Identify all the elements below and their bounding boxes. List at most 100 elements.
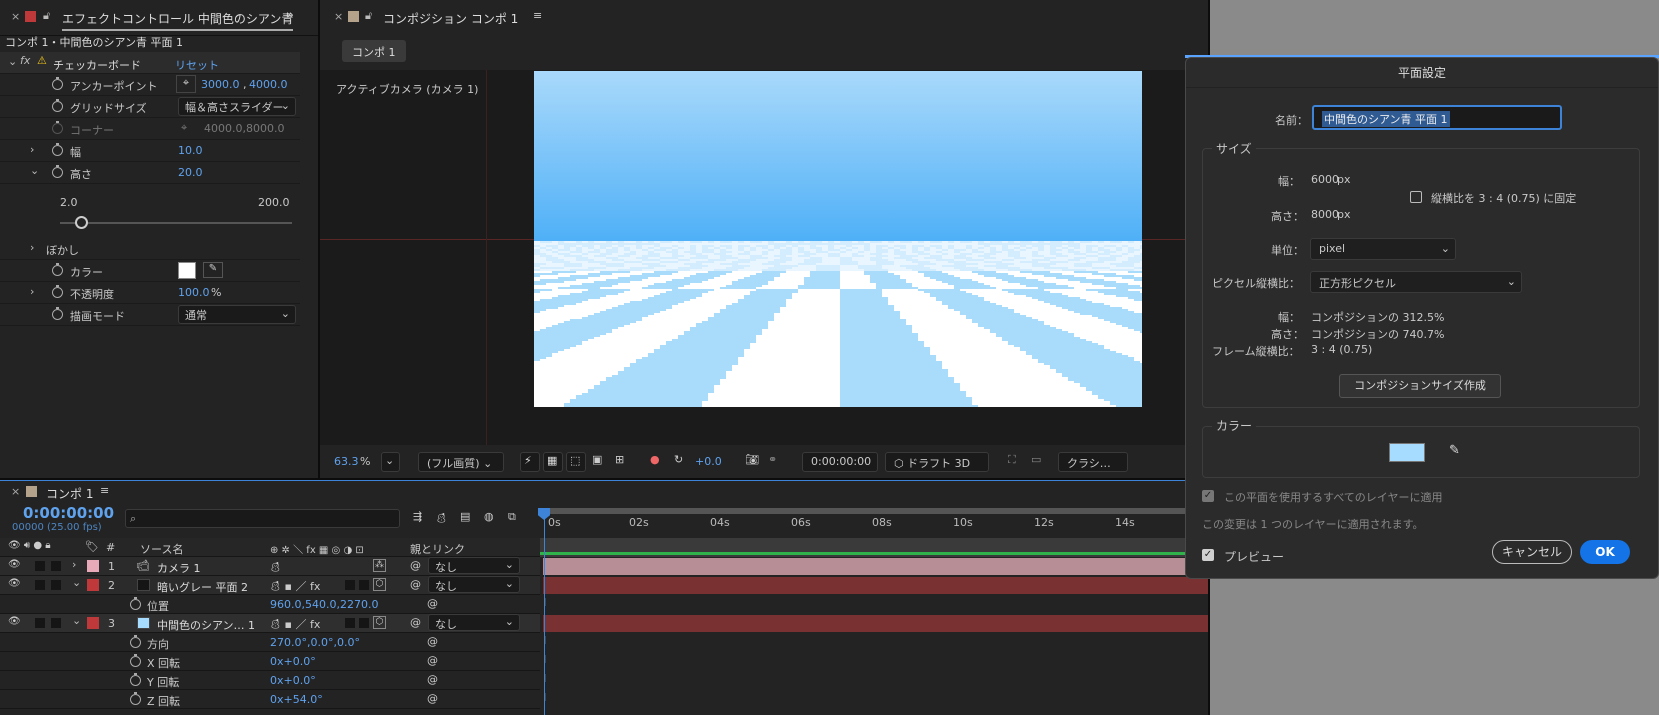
stopwatch-icon[interactable]	[130, 635, 141, 648]
layer-track-3[interactable]	[543, 615, 1210, 632]
chevron-down-icon[interactable]: ⌄	[30, 164, 39, 177]
menu-icon[interactable]: ≡	[100, 484, 109, 497]
position-value[interactable]: 960.0,540.0,2270.0	[270, 598, 378, 611]
close-icon[interactable]: ×	[11, 485, 20, 498]
opacity-value[interactable]: 100.0	[178, 286, 210, 299]
shy-switch-icon[interactable]: ⛄︎	[270, 559, 281, 575]
layer-row-3[interactable]: 👁︎ ⌄ 3 中間色のシアン… 1 ⛄︎ ▪ ／ fx ⬡ @ なし ⌄	[0, 614, 540, 633]
layer-name[interactable]: カメラ 1	[157, 560, 201, 576]
pickwhip-icon[interactable]: @	[410, 559, 421, 572]
pickwhip-icon[interactable]: @	[410, 578, 421, 591]
preview-checkbox[interactable]: ✓	[1202, 549, 1214, 561]
slider-handle[interactable]	[74, 216, 88, 229]
comp-mini-flowchart-icon[interactable]: ⇶	[413, 510, 422, 523]
tab-composition[interactable]: コンポジション コンポ 1	[383, 10, 518, 27]
lock-switch[interactable]	[51, 618, 61, 628]
stopwatch-icon[interactable]	[52, 143, 63, 156]
parent-dropdown[interactable]: なし ⌄	[428, 614, 520, 631]
pickwhip-icon[interactable]: @	[410, 616, 421, 629]
playhead-line[interactable]	[544, 510, 545, 715]
name-input[interactable]: 中間色のシアン青 平面 1	[1312, 105, 1562, 130]
width-value[interactable]: 10.0	[178, 144, 203, 157]
3d-layer-icon[interactable]: ⁂	[373, 559, 386, 572]
motion-blur-icon[interactable]: ◍	[484, 510, 494, 523]
layer-row-2[interactable]: 👁︎ ⌄ 2 暗いグレー 平面 2 ⛄︎ ▪ ／ fx ⬡ @ なし ⌄	[0, 576, 540, 595]
grid-icon[interactable]: ⊞	[615, 453, 624, 466]
work-area-bar[interactable]	[540, 508, 1210, 514]
layer-name[interactable]: 中間色のシアン… 1	[157, 617, 255, 633]
color-swatch[interactable]	[1389, 443, 1425, 462]
lock-aspect-checkbox[interactable]	[1410, 191, 1422, 203]
stopwatch-icon[interactable]	[52, 77, 63, 90]
stopwatch-icon[interactable]	[52, 263, 63, 276]
timeline-timecode[interactable]: 0:00:00:00	[23, 504, 114, 522]
orientation-value[interactable]: 270.0°,0.0°,0.0°	[270, 636, 360, 649]
chevron-down-icon[interactable]: ⌄	[8, 55, 17, 68]
eyedropper-icon[interactable]: ✎	[203, 262, 223, 278]
channel-icon[interactable]: ●	[650, 453, 660, 466]
layer-track-1[interactable]	[543, 558, 1210, 575]
layer-switch-icons[interactable]: ⛄︎ ▪ ／ fx	[270, 578, 320, 594]
pixel-aspect-dropdown[interactable]: 正方形ピクセル ⌄	[1310, 271, 1522, 293]
view-layout-icon[interactable]: ⛶	[1008, 453, 1016, 467]
close-icon[interactable]: ×	[11, 10, 20, 23]
panel-overflow-icon[interactable]: »	[286, 8, 294, 23]
ok-button[interactable]: OK	[1580, 540, 1630, 564]
yrot-value[interactable]: 0x+0.0°	[270, 674, 316, 687]
layer-search-input[interactable]: ⌕	[125, 509, 400, 528]
classic-3d-button[interactable]: クラシ…	[1058, 452, 1128, 472]
eye-icon[interactable]: 👁︎	[8, 578, 21, 589]
make-comp-size-button[interactable]: コンポジションサイズ作成	[1339, 374, 1501, 398]
layer-label-color[interactable]	[87, 560, 99, 572]
snapshot-icon[interactable]: 📷︎	[745, 453, 759, 466]
apply-all-checkbox[interactable]: ✓	[1202, 490, 1214, 502]
solo-switch[interactable]	[35, 561, 45, 571]
layer-label-color[interactable]	[87, 617, 99, 629]
3d-view-icon[interactable]: ▭	[1031, 453, 1041, 466]
lock-icon[interactable]: 🔓︎	[43, 9, 50, 23]
composition-viewer[interactable]: アクティブカメラ (カメラ 1)	[320, 70, 1210, 445]
switch-box[interactable]	[345, 580, 355, 590]
chevron-right-icon[interactable]: ›	[30, 143, 34, 156]
fx-icon[interactable]: fx	[20, 54, 30, 67]
lock-switch[interactable]	[51, 561, 61, 571]
quality-dropdown[interactable]: (フル画質) ⌄	[418, 452, 504, 472]
switch-box[interactable]	[345, 618, 355, 628]
solo-switch[interactable]	[35, 618, 45, 628]
eyedropper-icon[interactable]: ✎	[1449, 443, 1460, 458]
chevron-down-icon[interactable]: ⌄	[72, 614, 81, 627]
effect-row-checkerboard[interactable]: ⌄ fx ⚠ チェッカーボード リセット	[0, 52, 300, 74]
show-snapshot-icon[interactable]: ⚭	[768, 453, 777, 466]
transparency-grid-icon[interactable]: ▦	[543, 452, 563, 472]
pickwhip-icon[interactable]: @	[427, 654, 438, 667]
close-icon[interactable]: ×	[334, 10, 343, 23]
anchor-y[interactable]: 4000.0	[249, 78, 288, 91]
pickwhip-icon[interactable]: @	[427, 635, 438, 648]
switch-box[interactable]	[359, 580, 369, 590]
graph-editor-icon[interactable]: ⧉	[508, 510, 516, 524]
chevron-right-icon[interactable]: ›	[30, 241, 34, 254]
3d-layer-icon[interactable]: ⬡	[373, 578, 386, 591]
layer-track-2[interactable]	[543, 577, 1210, 594]
eye-icon[interactable]: 👁︎	[8, 616, 21, 627]
solo-switch[interactable]	[35, 580, 45, 590]
switch-box[interactable]	[359, 618, 369, 628]
height-value[interactable]: 8000	[1311, 208, 1339, 221]
chevron-right-icon[interactable]: ›	[72, 558, 76, 571]
width-value[interactable]: 6000	[1311, 173, 1339, 186]
stopwatch-icon[interactable]	[130, 692, 141, 705]
layer-label-color[interactable]	[87, 579, 99, 591]
sub-tab-comp1[interactable]: コンポ 1	[342, 40, 406, 62]
grid-size-dropdown[interactable]: 幅＆高さスライダー ⌄	[178, 97, 296, 116]
color-swatch[interactable]	[178, 262, 196, 279]
parent-dropdown[interactable]: なし ⌄	[428, 557, 520, 574]
timecode-field[interactable]: 0:00:00:00	[802, 452, 878, 472]
frame-blend-icon[interactable]: ▤	[460, 510, 470, 523]
renderer-button[interactable]: ⬡ ドラフト 3D	[885, 452, 989, 472]
pickwhip-icon[interactable]: @	[427, 597, 438, 610]
height-value[interactable]: 20.0	[178, 166, 203, 179]
zoom-dropdown[interactable]: ⌄	[381, 452, 400, 472]
unit-dropdown[interactable]: pixel ⌄	[1310, 238, 1456, 260]
blend-mode-dropdown[interactable]: 通常 ⌄	[178, 305, 296, 324]
reset-link[interactable]: リセット	[175, 57, 219, 73]
